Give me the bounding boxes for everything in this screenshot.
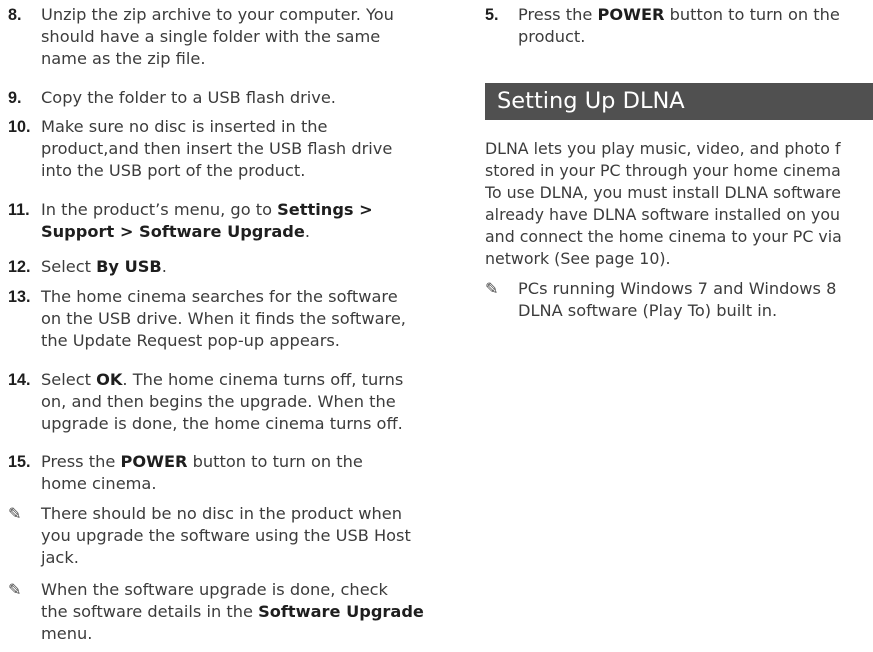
right-column: 5. Press the POWER button to turn on the… (485, 0, 873, 652)
step-text-plain: . The home cinema turns off, turns (122, 370, 404, 389)
step-number: 9. (8, 89, 22, 107)
step-text: the Update Request pop-up appears. (41, 331, 340, 350)
step-text-plain: Select (41, 370, 97, 389)
pencil-note-icon: ✎ (485, 279, 499, 298)
step-9: 9. Copy the folder to a USB flash drive. (8, 87, 336, 109)
step-text: Select OK. The home cinema turns off, tu… (41, 369, 403, 391)
step-text: Make sure no disc is inserted in the (41, 117, 328, 136)
paragraph-line: and connect the home cinema to your PC v… (485, 227, 842, 246)
step-text-plain: Press the (41, 452, 121, 471)
software-upgrade-menu-label: Software Upgrade (258, 602, 424, 621)
paragraph-line: stored in your PC through your home cine… (485, 161, 841, 180)
step-text: into the USB port of the product. (41, 161, 306, 180)
power-button-label: POWER (597, 5, 665, 24)
step-text: product. (518, 27, 586, 46)
step-5: 5. Press the POWER button to turn on the… (485, 4, 840, 48)
step-text-plain: Select (41, 257, 97, 276)
note-text: jack. (41, 548, 79, 567)
step-13: 13. The home cinema searches for the sof… (8, 286, 406, 352)
option-by-usb: By USB (96, 257, 162, 276)
paragraph-line: To use DLNA, you must install DLNA softw… (485, 183, 841, 202)
step-number: 12. (8, 258, 31, 276)
note-text: you upgrade the software using the USB H… (41, 526, 411, 545)
note-check-details: ✎ When the software upgrade is done, che… (8, 579, 424, 645)
section-heading: Setting Up DLNA (485, 83, 873, 120)
step-text: Support > Software Upgrade. (41, 221, 373, 243)
note-text: When the software upgrade is done, check (41, 580, 388, 599)
pencil-note-icon: ✎ (8, 580, 22, 599)
step-text: Select By USB. (41, 256, 167, 278)
menu-path-support-upgrade: Support > Software Upgrade (41, 222, 305, 241)
step-text: home cinema. (41, 474, 157, 493)
step-text: upgrade is done, the home cinema turns o… (41, 414, 403, 433)
step-text: Unzip the zip archive to your computer. … (41, 5, 394, 24)
step-number: 14. (8, 371, 31, 389)
step-number: 13. (8, 288, 31, 306)
step-text-plain: In the product’s menu, go to (41, 200, 278, 219)
step-text-plain: Press the (518, 5, 598, 24)
step-text-plain: button to turn on the (664, 5, 840, 24)
power-button-label: POWER (120, 452, 188, 471)
step-12: 12. Select By USB. (8, 256, 167, 278)
step-text: The home cinema searches for the softwar… (41, 287, 398, 306)
step-number: 8. (8, 6, 22, 24)
step-number: 10. (8, 118, 31, 136)
step-text-plain: button to turn on the (187, 452, 363, 471)
paragraph-line: already have DLNA software installed on … (485, 205, 841, 224)
note-text: DLNA software (Play To) built in. (518, 301, 778, 320)
note-windows-dlna: ✎ PCs running Windows 7 and Windows 8 DL… (485, 278, 836, 322)
note-text: There should be no disc in the product w… (41, 504, 402, 523)
note-text: menu. (41, 624, 93, 643)
step-8: 8. Unzip the zip archive to your compute… (8, 4, 394, 70)
step-15: 15. Press the POWER button to turn on th… (8, 451, 363, 495)
step-text: on, and then begins the upgrade. When th… (41, 392, 396, 411)
step-11: 11. In the product’s menu, go to Setting… (8, 199, 373, 243)
note-text: the software details in the Software Upg… (41, 601, 424, 623)
step-number: 11. (8, 201, 30, 219)
step-text: In the product’s menu, go to Settings > (41, 199, 373, 221)
step-text: product,and then insert the USB flash dr… (41, 139, 393, 158)
paragraph-line: DLNA lets you play music, video, and pho… (485, 139, 841, 158)
step-text: should have a single folder with the sam… (41, 27, 381, 46)
step-text-plain: . (161, 257, 167, 276)
menu-path-settings: Settings > (277, 200, 373, 219)
option-ok: OK (96, 370, 123, 389)
step-text: Copy the folder to a USB flash drive. (41, 88, 336, 107)
note-text-plain: the software details in the (41, 602, 259, 621)
pencil-note-icon: ✎ (8, 504, 22, 523)
step-14: 14. Select OK. The home cinema turns off… (8, 369, 403, 435)
step-text: Press the POWER button to turn on the (41, 451, 363, 473)
note-text: PCs running Windows 7 and Windows 8 (518, 279, 837, 298)
step-number: 15. (8, 453, 31, 471)
step-text: on the USB drive. When it finds the soft… (41, 309, 406, 328)
step-text: name as the zip file. (41, 49, 206, 68)
step-text: Press the POWER button to turn on the (518, 4, 840, 26)
step-10: 10. Make sure no disc is inserted in the… (8, 116, 392, 182)
paragraph-line: network (See page 10). (485, 249, 671, 268)
step-text-plain: . (304, 222, 311, 241)
step-number: 5. (485, 6, 499, 24)
note-no-disc: ✎ There should be no disc in the product… (8, 503, 411, 569)
